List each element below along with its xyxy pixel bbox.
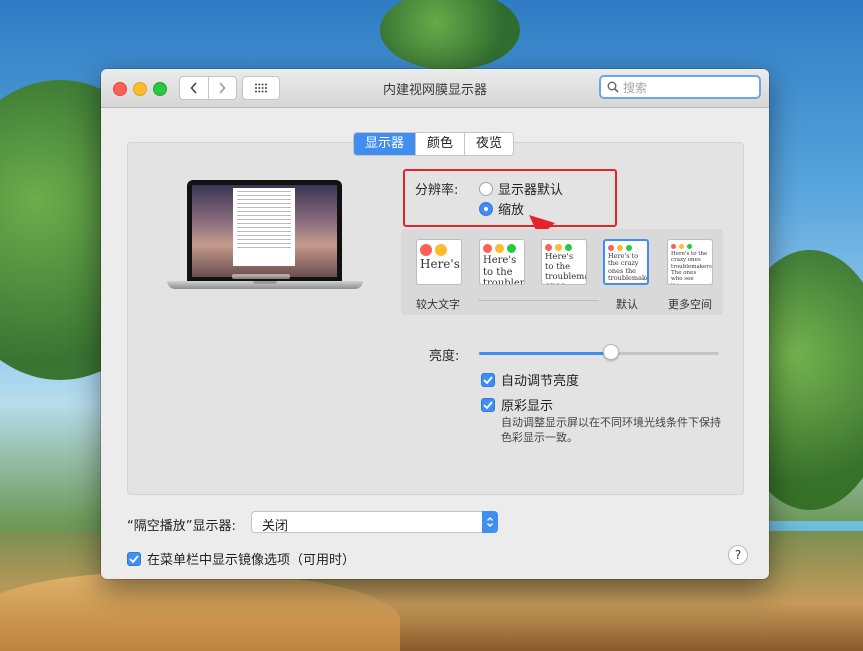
checkmark-icon xyxy=(483,375,493,384)
search-icon xyxy=(607,81,619,93)
tab-color[interactable]: 颜色 xyxy=(415,133,464,155)
select-stepper-button[interactable] xyxy=(482,511,498,533)
brightness-slider-knob[interactable] xyxy=(603,344,619,360)
resolution-label: 分辨率: xyxy=(415,183,459,198)
scale-option-2[interactable]: Here's to the troublemakers xyxy=(479,239,525,285)
preference-tabs: 显示器 颜色 夜览 xyxy=(353,132,515,156)
checkmark-icon xyxy=(483,400,493,409)
checkmark-icon xyxy=(129,554,139,563)
scale-preview-text: Here's to the crazy ones troublemakers. … xyxy=(671,251,712,284)
scale-label-more-space: 更多空间 xyxy=(668,298,712,311)
true-tone-label: 原彩显示 xyxy=(501,399,554,414)
tab-display[interactable]: 显示器 xyxy=(354,133,416,155)
show-mirroring-label: 在菜单栏中显示镜像选项（可用时） xyxy=(147,553,356,568)
scale-option-default[interactable]: Here's to the crazy ones the troublemake… xyxy=(603,239,649,285)
radio-button-selected[interactable] xyxy=(479,201,493,216)
display-preferences-window: 内建视网膜显示器 搜索 显示器 颜色 夜览 分辨率: 显示器默认 缩放 Here… xyxy=(101,69,769,579)
show-mirroring-checkbox[interactable]: 在菜单栏中显示镜像选项（可用时） xyxy=(127,549,355,568)
airplay-display-select[interactable]: 关闭 xyxy=(251,511,498,534)
search-placeholder: 搜索 xyxy=(623,80,648,95)
tab-night-shift[interactable]: 夜览 xyxy=(464,133,513,155)
chevron-up-down-icon xyxy=(487,517,493,527)
search-field[interactable]: 搜索 xyxy=(599,75,761,99)
scale-preview-text: Here's to the troublemakers xyxy=(483,255,524,285)
help-button[interactable]: ? xyxy=(728,545,748,565)
resolution-default-option[interactable]: 显示器默认 xyxy=(479,179,563,198)
true-tone-checkbox[interactable]: 原彩显示 xyxy=(481,395,553,414)
radio-button[interactable] xyxy=(479,181,493,196)
true-tone-description: 自动调整显示屏以在不同环境光线条件下保持色彩显示一致。 xyxy=(501,416,721,444)
airplay-display-label: “隔空播放”显示器: xyxy=(127,519,236,534)
title-bar: 内建视网膜显示器 搜索 xyxy=(101,69,769,108)
scale-preview-text: Here's xyxy=(420,258,460,271)
resolution-scaled-label: 缩放 xyxy=(498,203,525,218)
scale-label-default: 默认 xyxy=(616,298,638,311)
auto-brightness-checkbox[interactable]: 自动调节亮度 xyxy=(481,370,579,389)
scale-label-larger-text: 较大文字 xyxy=(416,298,460,311)
checkbox-checked[interactable] xyxy=(481,372,495,387)
checkbox-checked[interactable] xyxy=(481,397,495,412)
resolution-scaled-option[interactable]: 缩放 xyxy=(479,199,524,218)
scale-track-line xyxy=(478,300,599,301)
checkbox-checked[interactable] xyxy=(127,551,141,566)
brightness-slider-fill xyxy=(479,352,611,355)
brightness-label: 亮度: xyxy=(429,349,460,364)
resolution-default-label: 显示器默认 xyxy=(498,183,564,198)
scale-preview-text: Here's to the troublemakers, ones who se… xyxy=(545,253,586,284)
scale-preview-text: Here's to the crazy ones the troublemake… xyxy=(608,253,647,283)
scale-option-more-space[interactable]: Here's to the crazy ones troublemakers. … xyxy=(667,239,713,285)
scale-option-larger-text[interactable]: Here's xyxy=(416,239,462,285)
scale-option-3[interactable]: Here's to the troublemakers, ones who se… xyxy=(541,239,587,285)
brightness-slider-track[interactable] xyxy=(479,352,719,355)
airplay-display-value: 关闭 xyxy=(262,519,289,534)
auto-brightness-label: 自动调节亮度 xyxy=(501,374,580,389)
